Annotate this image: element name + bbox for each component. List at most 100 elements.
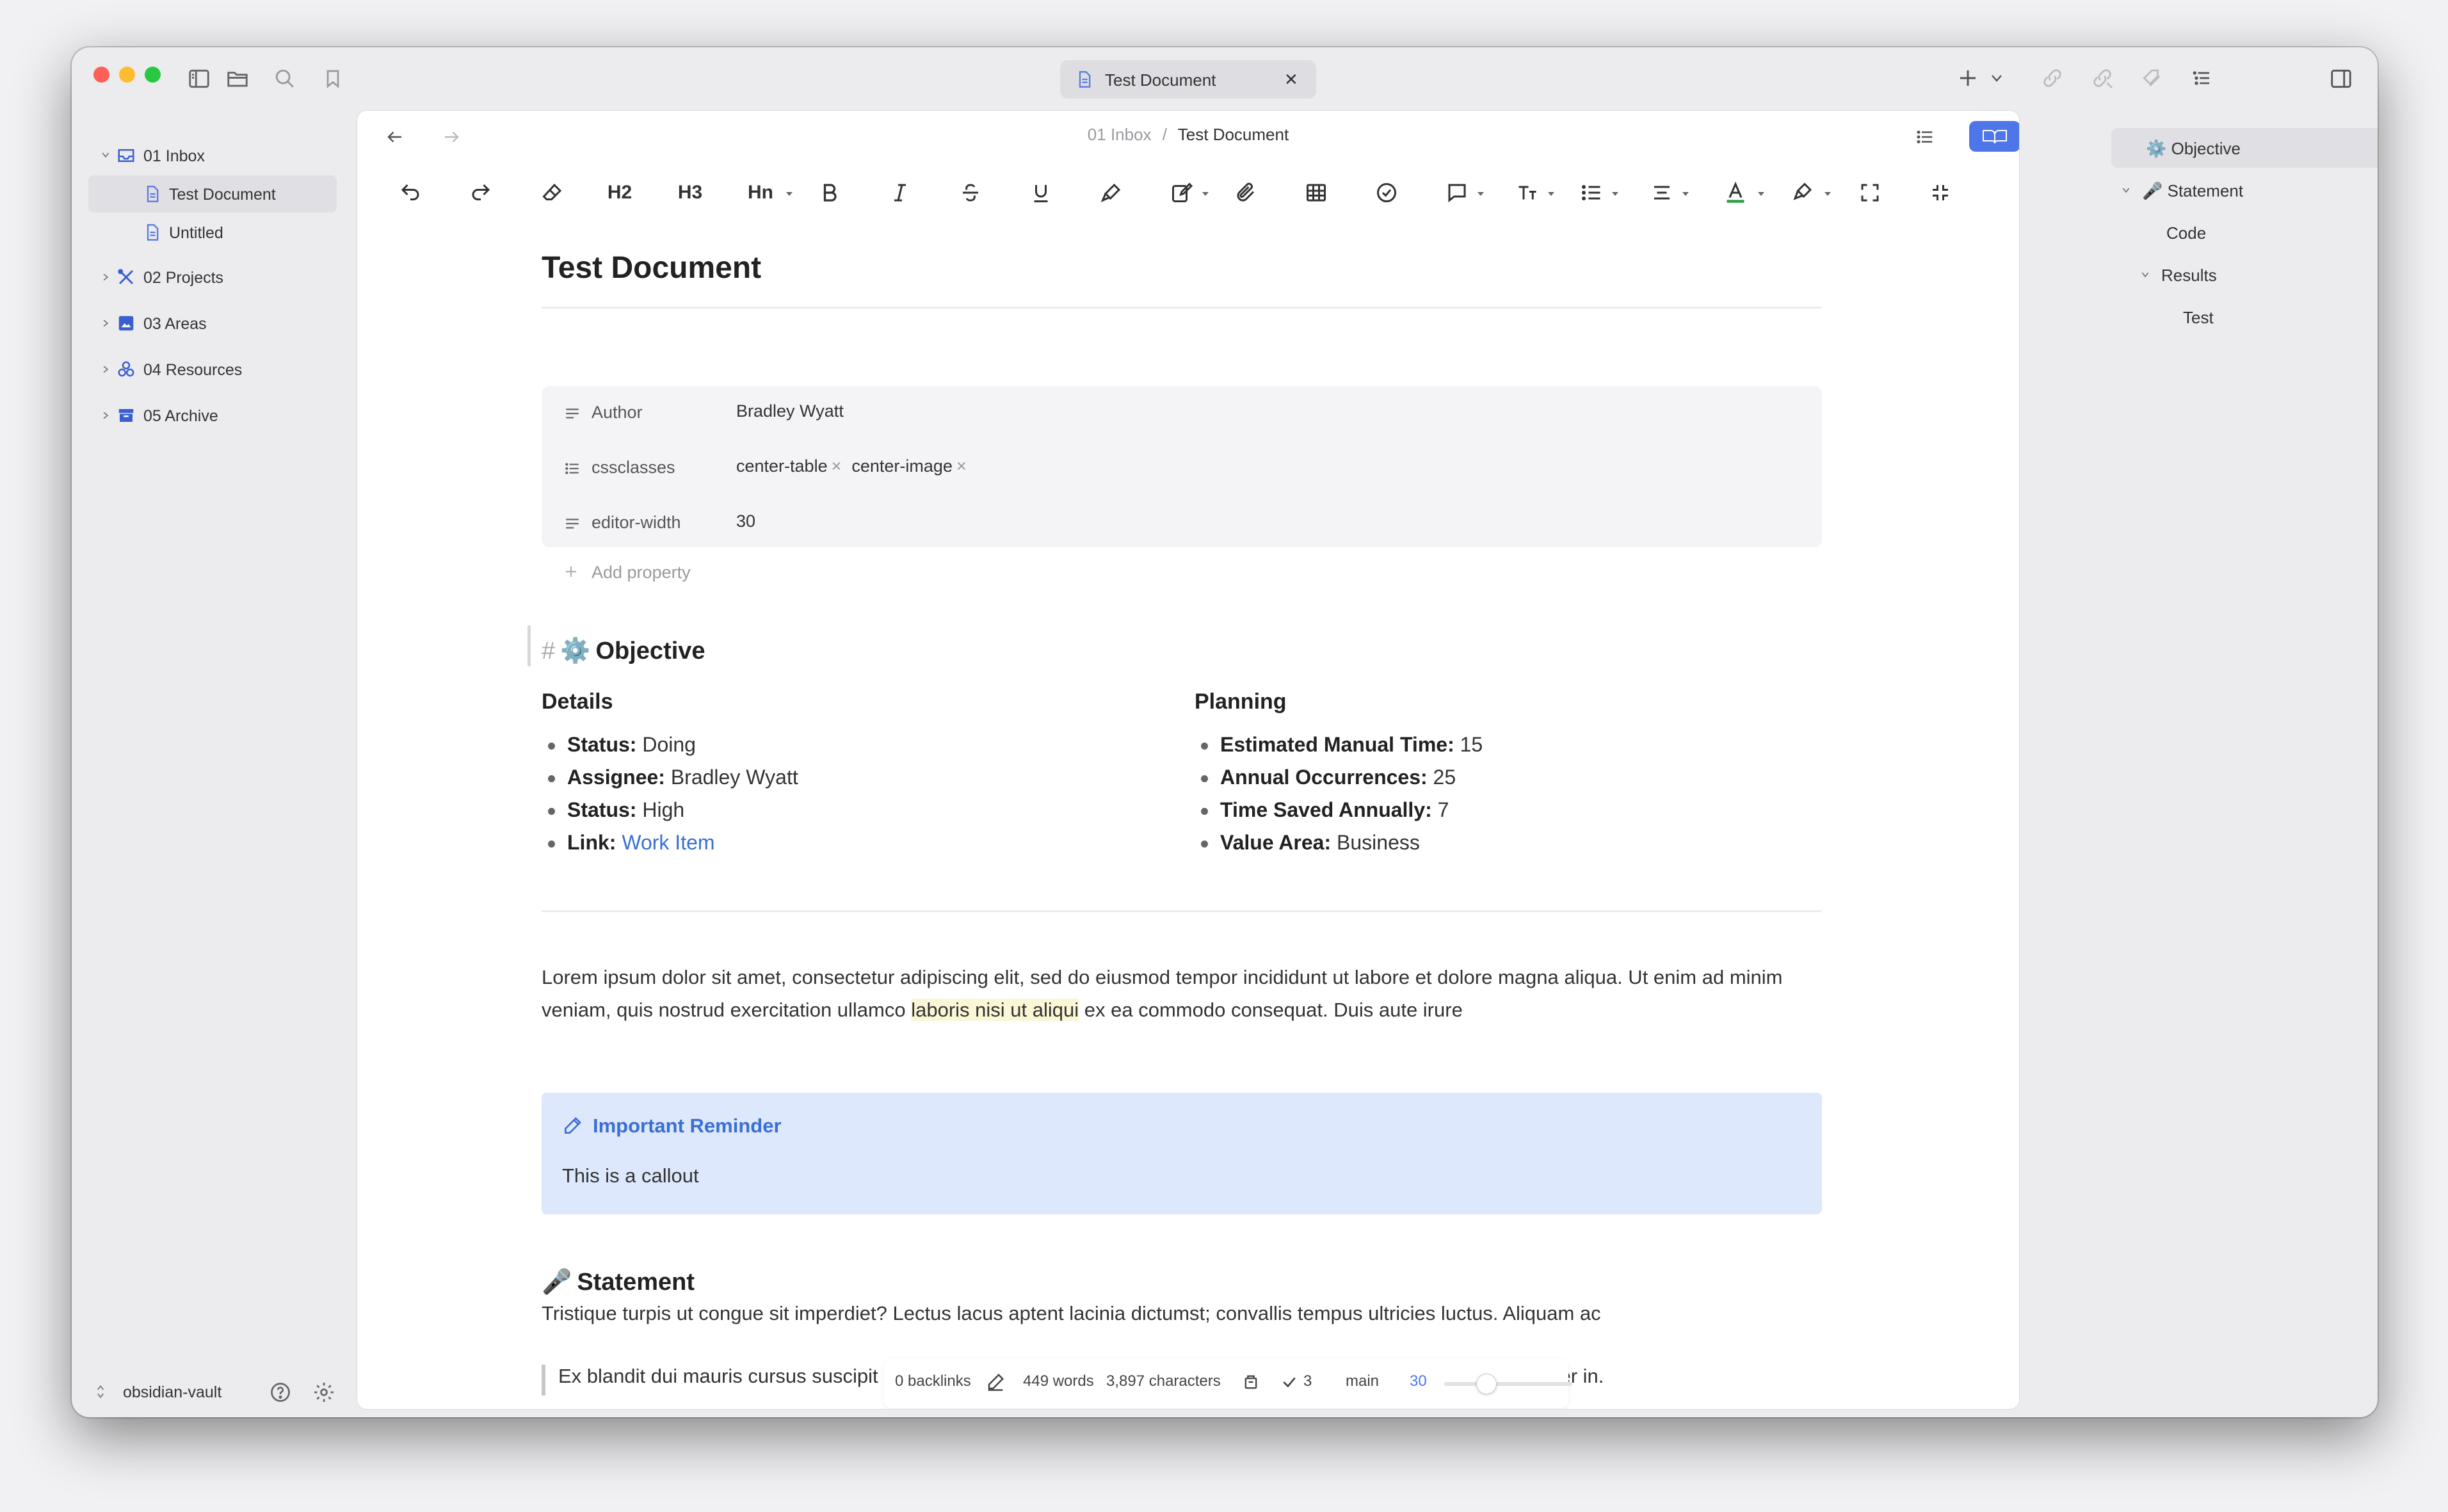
highlighter-icon[interactable]: [1095, 173, 1127, 212]
undo-icon[interactable]: [394, 173, 426, 212]
strikethrough-icon[interactable]: [954, 173, 986, 212]
fullscreen-icon[interactable]: [1854, 173, 1886, 212]
text-size-icon[interactable]: [1511, 173, 1543, 212]
sidebar-item-test-document[interactable]: Test Document: [88, 175, 337, 213]
folder-icon[interactable]: [225, 67, 250, 91]
heading-statement[interactable]: 🎤 Statement: [542, 1268, 695, 1296]
outline-icon[interactable]: [2191, 68, 2212, 88]
property-author[interactable]: Author Bradley Wyatt: [542, 386, 1822, 440]
outline-item-test[interactable]: Test: [2111, 297, 2378, 337]
chevron-down-icon[interactable]: [1547, 189, 1556, 196]
underline-icon[interactable]: [1025, 173, 1057, 212]
property-value[interactable]: Bradley Wyatt: [736, 401, 844, 421]
minimize-window-button[interactable]: [119, 67, 135, 83]
slider-knob[interactable]: [1476, 1374, 1497, 1394]
settings-gear-icon[interactable]: [312, 1381, 335, 1404]
list-icon: [563, 460, 581, 477]
sync-icon[interactable]: [1242, 1372, 1260, 1392]
backlinks-icon[interactable]: [2041, 67, 2064, 90]
work-item-link[interactable]: Work Item: [622, 831, 714, 854]
text-color-icon[interactable]: [1716, 173, 1755, 212]
remove-pill-icon[interactable]: ×: [956, 456, 967, 476]
view-list-icon[interactable]: [1914, 127, 1936, 147]
remove-pill-icon[interactable]: ×: [832, 456, 842, 476]
class-pill[interactable]: center-table: [736, 456, 828, 476]
plus-icon: [563, 564, 579, 579]
attachment-icon[interactable]: [1230, 173, 1262, 212]
fold-indicator[interactable]: [527, 625, 531, 666]
sidebar-item-resources[interactable]: 04 Resources: [91, 351, 334, 388]
sidebar-item-untitled[interactable]: Untitled: [88, 214, 337, 251]
pencil-icon[interactable]: [986, 1372, 1005, 1392]
lorem-paragraph[interactable]: Lorem ipsum dolor sit amet, consectetur …: [542, 961, 1828, 1026]
outline-item-code[interactable]: Code: [2111, 213, 2378, 252]
outline-item-label: Results: [2161, 266, 2217, 285]
sidebar-item-archive[interactable]: 05 Archive: [91, 397, 334, 434]
sidebar-item-projects[interactable]: 02 Projects: [91, 259, 334, 296]
reading-view-button[interactable]: [1969, 121, 2019, 152]
checklist-icon[interactable]: [1371, 173, 1403, 212]
breadcrumb-folder[interactable]: 01 Inbox: [1088, 125, 1152, 144]
collapse-icon[interactable]: [1924, 173, 1956, 212]
callout-important-reminder[interactable]: Important Reminder This is a callout: [542, 1093, 1822, 1214]
property-editor-width[interactable]: editor-width 30: [542, 496, 1822, 550]
chevron-down-icon[interactable]: [1476, 189, 1485, 196]
close-tab-icon[interactable]: ✕: [1284, 71, 1300, 88]
heading-objective[interactable]: # ⚙️ Objective: [542, 637, 705, 665]
sidebar-item-areas[interactable]: 03 Areas: [91, 305, 334, 342]
chevron-down-icon[interactable]: [1681, 189, 1690, 196]
search-icon[interactable]: [274, 68, 296, 90]
chevron-down-icon[interactable]: [1988, 70, 2005, 86]
comment-icon[interactable]: [1441, 173, 1473, 212]
statement-paragraph[interactable]: Tristique turpis ut congue sit imperdiet…: [542, 1297, 1828, 1330]
right-sidebar-toggle-icon[interactable]: [2329, 67, 2353, 91]
vault-switch-icon[interactable]: [95, 1383, 106, 1400]
new-tab-icon[interactable]: [1956, 67, 1979, 90]
help-icon[interactable]: [269, 1381, 292, 1404]
outline-item-results[interactable]: Results: [2111, 255, 2378, 294]
tags-icon[interactable]: [2141, 67, 2165, 90]
outline-item-statement[interactable]: 🎤 Statement: [2111, 170, 2378, 210]
page-title[interactable]: Test Document: [542, 250, 761, 286]
sidebar-item-inbox[interactable]: 01 Inbox: [91, 137, 334, 174]
class-pill[interactable]: center-image: [851, 456, 953, 476]
edit-icon[interactable]: [1166, 173, 1198, 212]
property-cssclasses[interactable]: cssclasses center-table × center-image ×: [542, 441, 1822, 495]
editor-width-slider[interactable]: [1444, 1374, 1572, 1394]
file-icon: [1075, 70, 1093, 89]
app-window: Test Document ✕ 01 Inbox Test Document U…: [72, 47, 2378, 1417]
vault-name[interactable]: obsidian-vault: [123, 1383, 221, 1402]
chevron-down-icon[interactable]: [785, 189, 794, 196]
chevron-down-icon[interactable]: [1757, 189, 1766, 196]
chevron-down-icon[interactable]: [1611, 189, 1620, 196]
align-center-icon[interactable]: [1646, 173, 1678, 212]
bookmark-icon[interactable]: [323, 68, 343, 90]
breadcrumb-file: Test Document: [1177, 125, 1289, 144]
table-icon[interactable]: [1300, 173, 1332, 212]
bullet-list-icon[interactable]: [1575, 173, 1607, 212]
chevron-down-icon[interactable]: [1823, 189, 1832, 196]
close-window-button[interactable]: [93, 67, 109, 83]
redo-icon[interactable]: [465, 173, 497, 212]
heading-n-button[interactable]: Hn: [741, 173, 780, 212]
git-branch[interactable]: main: [1346, 1372, 1379, 1390]
add-property-label: Add property: [592, 563, 691, 582]
backlinks-count[interactable]: 0 backlinks: [895, 1372, 971, 1390]
property-value[interactable]: 30: [736, 511, 755, 531]
property-value-list: center-table × center-image ×: [736, 456, 977, 476]
sidebar-item-label: Untitled: [169, 224, 223, 242]
bold-icon[interactable]: [814, 173, 846, 212]
italic-icon[interactable]: [884, 173, 916, 212]
text-lines-icon: [563, 405, 581, 422]
outgoing-links-icon[interactable]: [2091, 67, 2114, 90]
sidebar-toggle-icon[interactable]: [187, 67, 211, 91]
highlight-color-icon[interactable]: [1787, 173, 1819, 212]
outline-item-objective[interactable]: ⚙️ Objective: [2111, 128, 2378, 168]
tab-test-document[interactable]: Test Document ✕: [1060, 60, 1316, 99]
zoom-window-button[interactable]: [145, 67, 161, 83]
chevron-down-icon[interactable]: [1201, 189, 1210, 196]
heading-3-button[interactable]: H3: [671, 173, 709, 212]
heading-2-button[interactable]: H2: [600, 173, 639, 212]
eraser-icon[interactable]: [536, 173, 568, 212]
task-count[interactable]: 3: [1303, 1372, 1312, 1390]
